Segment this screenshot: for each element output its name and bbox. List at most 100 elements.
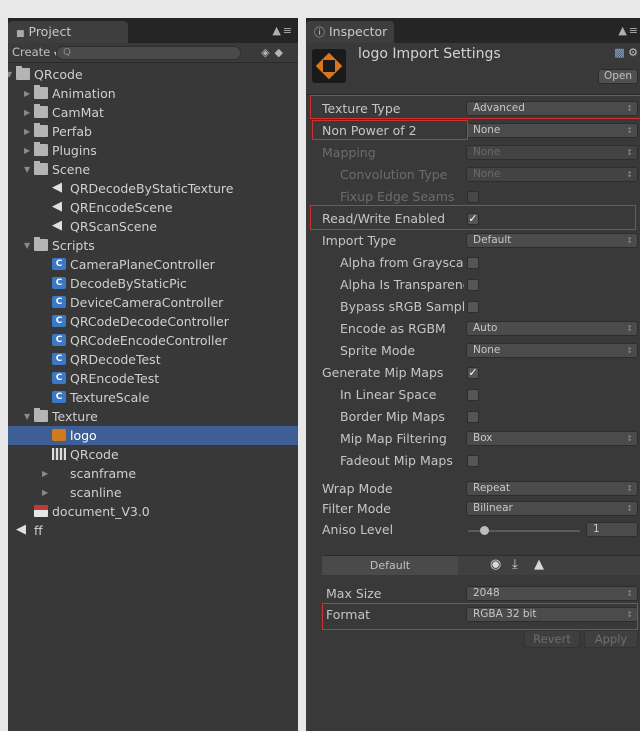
project-tab[interactable]: ■ Project — [8, 21, 128, 43]
alpha-is-transparency-row: Alpha Is Transparency — [306, 275, 640, 295]
max-size-row: Max Size 2048 — [306, 584, 640, 604]
tree-item-ff[interactable]: ◀ ff — [8, 521, 298, 540]
inspector-tab-bar: ⓘ Inspector ▲≡ — [306, 18, 640, 43]
project-tab-bar: ■ Project ▲≡ — [8, 18, 298, 43]
folder-icon — [34, 161, 48, 175]
download-icon[interactable]: ⤓ — [512, 557, 518, 572]
tree-item-label: CamMat — [52, 105, 104, 120]
search-input[interactable]: Q — [56, 46, 241, 60]
csharp-script-icon: C — [52, 258, 66, 270]
apply-button[interactable]: Apply — [584, 630, 638, 648]
tree-item-animation[interactable]: ▶ Animation — [8, 84, 298, 103]
csharp-script-icon: C — [52, 391, 66, 403]
label-icon[interactable]: ◆ — [275, 46, 288, 59]
lock-icon[interactable]: ▲ — [272, 24, 282, 37]
bypass-srgb-label: Bypass sRGB Sampling — [340, 299, 464, 314]
expand-arrow-closed-icon[interactable]: ▶ — [42, 483, 50, 502]
tree-item-qrcodeencodecontroller[interactable]: C QRCodeEncodeController — [8, 331, 298, 350]
tree-item-label: QRCodeEncodeController — [70, 333, 228, 348]
inspector-tab-icons[interactable]: ▲≡ — [618, 24, 640, 37]
filter-icon[interactable]: ◈ — [261, 46, 274, 59]
android-icon[interactable]: ▲ — [534, 557, 544, 572]
tree-item-qrencodescene[interactable]: ◀ QREncodeScene — [8, 198, 298, 217]
tab-menu-icons[interactable]: ▲≡ — [272, 24, 294, 37]
tree-item-devicecameracontroller[interactable]: C DeviceCameraController — [8, 293, 298, 312]
csharp-script-icon: C — [52, 334, 66, 346]
expand-arrow-closed-icon[interactable]: ▶ — [42, 464, 50, 483]
tree-item-cammat[interactable]: ▶ CamMat — [8, 103, 298, 122]
tree-item-qrcodedecodecontroller[interactable]: C QRCodeDecodeController — [8, 312, 298, 331]
bypass-srgb-checkbox[interactable] — [467, 301, 479, 313]
help-icon[interactable]: ▩ — [614, 46, 624, 59]
globe-icon[interactable]: ◉ — [490, 557, 501, 572]
fixup-edge-seams-row: Fixup Edge Seams — [306, 187, 640, 207]
tree-item-scanframe[interactable]: ▶ scanframe — [8, 464, 298, 483]
tree-item-label: Plugins — [52, 143, 97, 158]
create-dropdown[interactable]: Create ▾ — [12, 45, 58, 59]
tree-item-qrcode[interactable]: ▼ QRcode — [8, 65, 298, 84]
tree-item-label: DecodeByStaticPic — [70, 276, 187, 291]
expand-arrow-open-icon[interactable]: ▼ — [24, 160, 32, 179]
expand-arrow-open-icon[interactable]: ▼ — [24, 407, 32, 426]
tree-item-document-v3-0[interactable]: document_V3.0 — [8, 502, 298, 521]
tree-item-decodebystaticpic[interactable]: C DecodeByStaticPic — [8, 274, 298, 293]
border-mip-maps-checkbox[interactable] — [467, 411, 479, 423]
border-mip-maps-row: Border Mip Maps — [306, 407, 640, 427]
mip-map-filtering-dropdown[interactable]: Box — [466, 431, 638, 446]
tree-item-scripts[interactable]: ▼ Scripts — [8, 236, 298, 255]
expand-arrow-closed-icon[interactable]: ▶ — [24, 141, 32, 160]
aniso-level-field[interactable]: 1 — [586, 522, 638, 537]
tree-item-cameraplanecontroller[interactable]: C CameraPlaneController — [8, 255, 298, 274]
encode-as-rgbm-dropdown[interactable]: Auto — [466, 321, 638, 336]
tree-item-texture[interactable]: ▼ Texture — [8, 407, 298, 426]
max-size-dropdown[interactable]: 2048 — [466, 586, 638, 601]
tree-item-qrdecodebystatictexture[interactable]: ◀ QRDecodeByStaticTexture — [8, 179, 298, 198]
platform-tab-bar: Default ◉ ⤓ ▲ — [322, 555, 640, 575]
folder-icon — [34, 123, 48, 137]
tree-item-scene[interactable]: ▼ Scene — [8, 160, 298, 179]
tree-item-perfab[interactable]: ▶ Perfab — [8, 122, 298, 141]
expand-arrow-open-icon[interactable]: ▼ — [24, 236, 32, 255]
expand-arrow-closed-icon[interactable]: ▶ — [24, 103, 32, 122]
sprite-mode-dropdown[interactable]: None — [466, 343, 638, 358]
mapping-dropdown: None — [466, 145, 638, 160]
tree-item-qrscanscene[interactable]: ◀ QRScanScene — [8, 217, 298, 236]
gear-icon[interactable]: ⚙ — [628, 46, 638, 59]
expand-arrow-closed-icon[interactable]: ▶ — [24, 84, 32, 103]
open-button[interactable]: Open — [598, 69, 638, 84]
filter-mode-dropdown[interactable]: Bilinear — [466, 501, 638, 516]
csharp-script-icon: C — [52, 277, 66, 289]
tree-item-qrcode[interactable]: QRcode — [8, 445, 298, 464]
wrap-mode-dropdown[interactable]: Repeat — [466, 481, 638, 496]
import-type-dropdown[interactable]: Default — [466, 233, 638, 248]
inspector-tab[interactable]: ⓘ Inspector — [306, 21, 394, 43]
bypass-srgb-row: Bypass sRGB Sampling — [306, 297, 640, 317]
lock-icon[interactable]: ▲ — [618, 24, 628, 37]
expand-arrow-closed-icon[interactable]: ▶ — [24, 122, 32, 141]
revert-button[interactable]: Revert — [524, 630, 580, 648]
alpha-from-grayscale-label: Alpha from Grayscale — [340, 255, 464, 270]
tree-item-qrencodetest[interactable]: C QREncodeTest — [8, 369, 298, 388]
fixup-edge-seams-checkbox — [467, 191, 479, 203]
alpha-from-grayscale-checkbox[interactable] — [467, 257, 479, 269]
aniso-level-slider-handle[interactable] — [480, 526, 489, 535]
tree-item-plugins[interactable]: ▶ Plugins — [8, 141, 298, 160]
alpha-is-transparency-checkbox[interactable] — [467, 279, 479, 291]
menu-icon[interactable]: ≡ — [283, 24, 294, 37]
import-type-label: Import Type — [322, 233, 397, 248]
generate-mip-maps-checkbox[interactable]: ✓ — [467, 367, 479, 379]
platform-tab-default[interactable]: Default — [322, 556, 458, 575]
non-power-of-2-dropdown[interactable]: None — [466, 123, 638, 138]
inspector-title: logo Import Settings — [358, 46, 501, 62]
tree-item-texturescale[interactable]: C TextureScale — [8, 388, 298, 407]
encode-as-rgbm-label: Encode as RGBM — [340, 321, 446, 336]
tree-item-qrdecodetest[interactable]: C QRDecodeTest — [8, 350, 298, 369]
in-linear-space-checkbox[interactable] — [467, 389, 479, 401]
mapping-row: Mapping None — [306, 143, 640, 163]
fadeout-mip-maps-checkbox[interactable] — [467, 455, 479, 467]
expand-arrow-open-icon[interactable]: ▼ — [8, 65, 14, 84]
tree-item-logo[interactable]: logo — [8, 426, 298, 445]
tree-item-label: QRDecodeTest — [70, 352, 161, 367]
menu-icon[interactable]: ≡ — [629, 24, 640, 37]
tree-item-scanline[interactable]: ▶ scanline — [8, 483, 298, 502]
